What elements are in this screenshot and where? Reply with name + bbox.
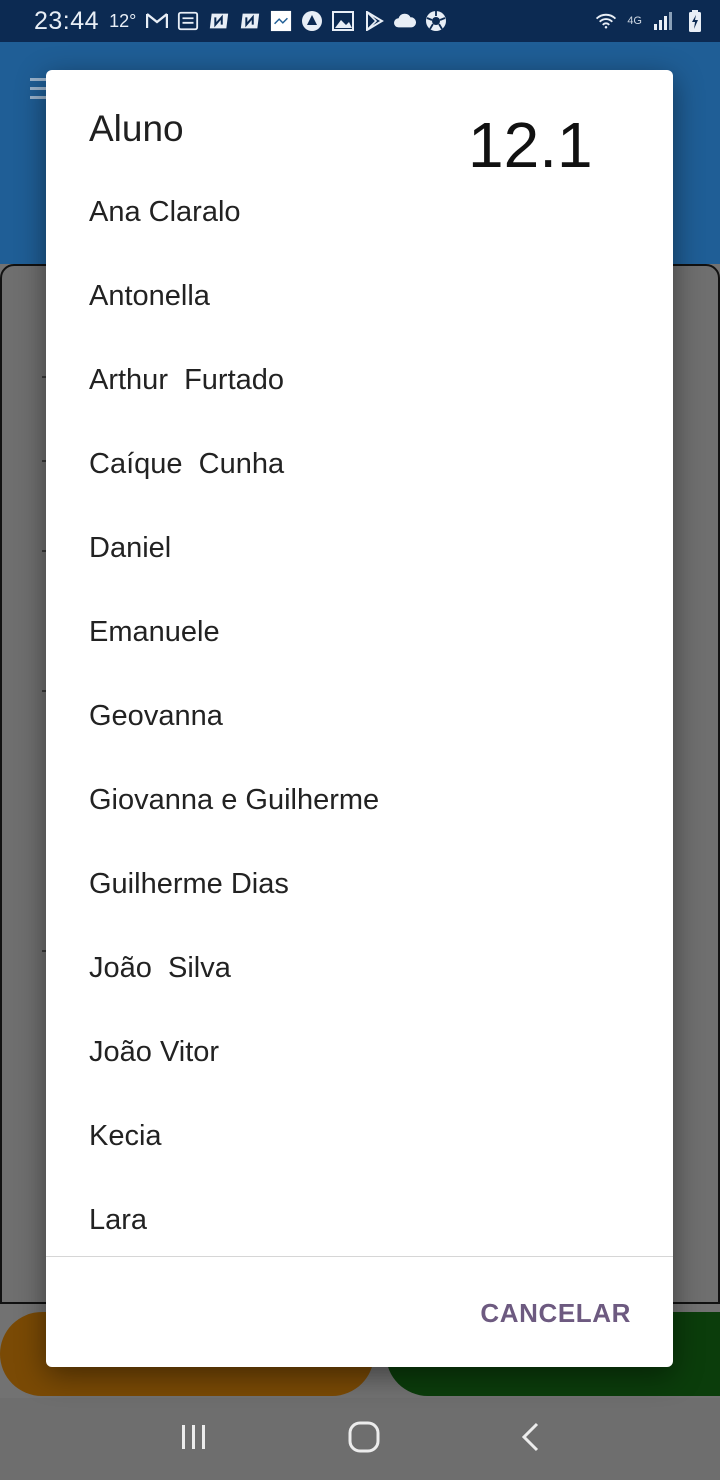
student-list-item[interactable]: Emanuele: [46, 590, 673, 674]
student-list-item[interactable]: Kecia: [46, 1094, 673, 1178]
back-icon[interactable]: [519, 1421, 541, 1458]
navigation-bar: [0, 1398, 720, 1480]
student-list-item[interactable]: Giovanna e Guilherme: [46, 758, 673, 842]
student-list-item[interactable]: João Silva: [46, 926, 673, 1010]
home-icon[interactable]: [348, 1421, 380, 1458]
wifi-icon: [595, 10, 617, 32]
dialog-divider: [46, 1256, 673, 1257]
recent-apps-icon[interactable]: [179, 1423, 209, 1456]
status-time: 23:44: [34, 6, 100, 35]
flu-fans-icon: [177, 10, 199, 32]
status-right: 4G: [595, 10, 706, 32]
signal-icon: [652, 10, 674, 32]
student-list-item[interactable]: João Vitor: [46, 1010, 673, 1094]
status-bar: 23:44 12° 4G: [0, 0, 720, 42]
student-list-item[interactable]: Daniel: [46, 506, 673, 590]
dialog-title: Aluno: [89, 108, 184, 149]
student-list-item[interactable]: Caíque Cunha: [46, 422, 673, 506]
image-app-icon: [270, 10, 292, 32]
student-list-item[interactable]: Ana Claralo: [46, 170, 673, 254]
student-list-item[interactable]: Arthur Furtado: [46, 338, 673, 422]
student-picker-dialog: Aluno 12.1 Ana Claralo Antonella Arthur Fu…: [46, 70, 673, 1367]
student-list-item[interactable]: Antonella: [46, 254, 673, 338]
app-icon: [208, 10, 230, 32]
battery-charging-icon: [684, 10, 706, 32]
compass-icon: [301, 10, 323, 32]
screen: 23:44 12° 4G Aluno 12.1 Ana Claralo Anto…: [0, 0, 720, 1480]
gmail-icon: [146, 10, 169, 32]
status-temperature: 12°: [109, 10, 137, 31]
notification-icons: [146, 10, 447, 32]
play-store-icon: [363, 10, 385, 32]
gallery-icon: [332, 10, 355, 32]
student-list-item[interactable]: Geovanna: [46, 674, 673, 758]
soccer-ball-icon: [425, 10, 447, 32]
student-list-item[interactable]: Guilherme Dias: [46, 842, 673, 926]
student-list-item[interactable]: Lara: [46, 1178, 673, 1256]
app-icon: [239, 10, 261, 32]
network-type: 4G: [627, 15, 642, 27]
cancel-button[interactable]: CANCELAR: [480, 1298, 631, 1329]
cloud-icon: [394, 10, 417, 32]
student-list[interactable]: Ana Claralo Antonella Arthur Furtado Caíque…: [46, 170, 673, 1256]
